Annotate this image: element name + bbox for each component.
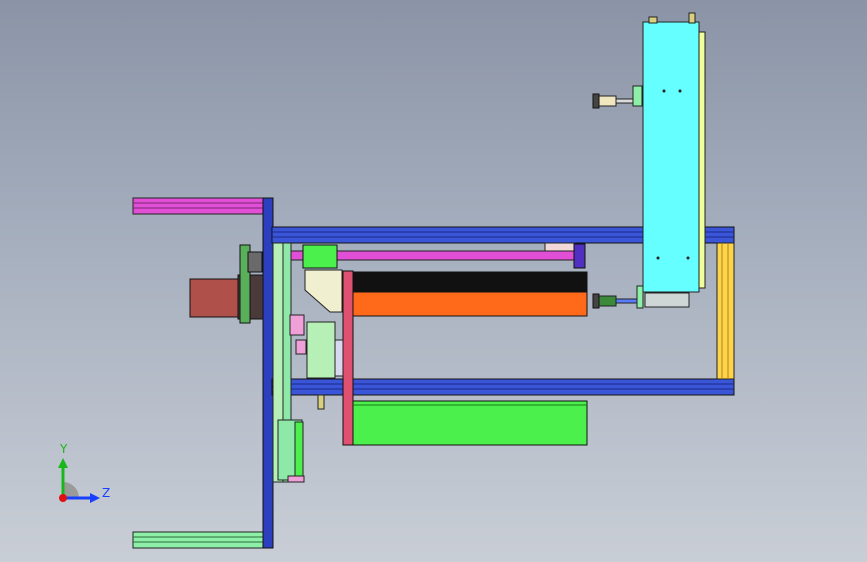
servo-motor [189, 244, 264, 324]
bottom-left-bracket [132, 531, 270, 549]
red-vertical-plate [342, 270, 354, 446]
coordinate-triad: Y Z [40, 440, 130, 520]
z-axis-arrow-icon [90, 493, 100, 503]
y-axis-arrow-icon [58, 458, 68, 468]
lower-vertical-cylinder [277, 419, 305, 483]
green-carriage-block [302, 244, 338, 269]
z-axis-label: Z [102, 486, 111, 500]
vertical-frame-post [262, 197, 274, 549]
y-axis-label: Y [60, 442, 68, 456]
assembly-model[interactable] [0, 0, 867, 562]
angled-bracket [304, 269, 343, 313]
bottom-rail [271, 378, 735, 396]
green-lower-block [352, 400, 588, 446]
upper-cylinder-fitting [592, 85, 643, 109]
orange-slide [352, 271, 588, 317]
right-yellow-post [716, 242, 735, 380]
x-axis-dot-icon [59, 494, 67, 502]
top-left-bracket [132, 197, 270, 215]
cyan-module [642, 12, 706, 293]
cad-viewport[interactable]: Y Z [0, 0, 867, 562]
